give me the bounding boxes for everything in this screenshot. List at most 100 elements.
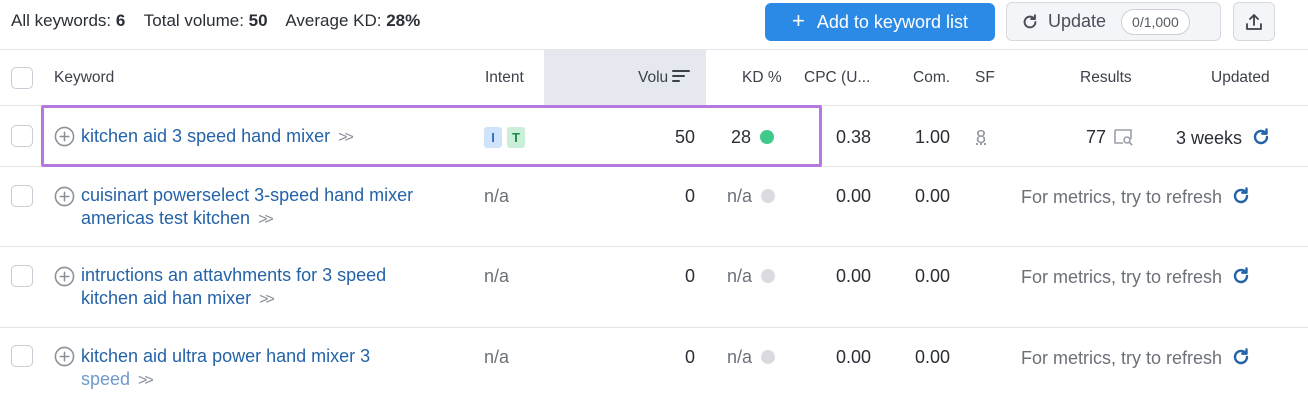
- keyword-text: kitchen aid 3 speed hand mixer: [81, 126, 331, 146]
- refresh-icon[interactable]: [1231, 186, 1251, 206]
- cpc-value: 0.00: [836, 347, 872, 367]
- competition-value: 0.00: [915, 347, 951, 367]
- keyword-text-line2: americas test kitchen: [81, 208, 251, 228]
- select-all-checkbox[interactable]: [11, 67, 33, 89]
- double-chevron-icon[interactable]: >>: [258, 211, 274, 228]
- average-kd-value: 28%: [386, 11, 421, 30]
- kd-cell: n/a: [727, 347, 776, 368]
- refresh-icon[interactable]: [1231, 266, 1251, 286]
- plus-icon: +: [792, 8, 805, 33]
- column-intent[interactable]: Intent: [485, 69, 524, 87]
- export-button[interactable]: [1233, 2, 1275, 41]
- table-row: kitchen aid ultra power hand mixer 3 spe…: [0, 328, 1308, 408]
- intent-value: n/a: [484, 186, 510, 206]
- intent-badges: IT: [484, 127, 530, 148]
- refresh-prompt-text: For metrics, try to refresh: [1021, 267, 1223, 287]
- average-kd-label: Average KD:: [285, 11, 382, 30]
- add-to-keyword-list-button[interactable]: + Add to keyword list: [765, 3, 995, 41]
- plus-circle-icon[interactable]: [54, 186, 75, 207]
- kd-value: n/a: [727, 186, 753, 206]
- column-sf[interactable]: SF: [975, 69, 995, 87]
- total-volume-label: Total volume:: [143, 11, 244, 30]
- kd-difficulty-dot: [761, 189, 776, 203]
- kd-value: n/a: [727, 266, 753, 286]
- refresh-icon[interactable]: [1251, 127, 1271, 147]
- column-kd[interactable]: KD %: [742, 69, 782, 87]
- refresh-prompt-text: For metrics, try to refresh: [1021, 187, 1223, 207]
- column-volume-label: Volu: [638, 69, 669, 86]
- plus-circle-icon[interactable]: [54, 266, 75, 287]
- upload-icon: [1246, 13, 1262, 30]
- cpc-value: 0.00: [836, 266, 872, 286]
- keyword-text-line1: cuisinart powerselect 3-speed hand mixer: [81, 185, 414, 205]
- plus-circle-icon[interactable]: [54, 126, 75, 147]
- refresh-icon: [1023, 13, 1037, 28]
- table-row: kitchen aid 3 speed hand mixer >> IT 50 2…: [0, 106, 1308, 167]
- row-checkbox[interactable]: [11, 185, 33, 207]
- row-checkbox[interactable]: [11, 265, 33, 287]
- kd-difficulty-dot: [760, 130, 775, 144]
- cpc-value: 0.38: [836, 127, 872, 147]
- intent-value: n/a: [484, 266, 510, 286]
- keyword-link[interactable]: cuisinart powerselect 3-speed hand mixer…: [81, 184, 413, 231]
- column-volume[interactable]: Volu: [638, 69, 691, 87]
- kd-value: 28: [731, 127, 752, 147]
- keyword-text-line1: kitchen aid ultra power hand mixer 3: [81, 346, 371, 366]
- table-row: intructions an attavhments for 3 speed k…: [0, 247, 1308, 328]
- total-volume-value: 50: [248, 11, 268, 30]
- kd-cell: 28: [731, 127, 775, 148]
- kd-cell: n/a: [727, 266, 776, 287]
- competition-value: 1.00: [915, 127, 951, 147]
- updated-value: 3 weeks: [1176, 128, 1243, 148]
- double-chevron-icon[interactable]: >>: [259, 291, 275, 308]
- row-checkbox[interactable]: [11, 345, 33, 367]
- all-keywords-label: All keywords:: [11, 11, 112, 30]
- kd-difficulty-dot: [761, 269, 776, 283]
- table-row: cuisinart powerselect 3-speed hand mixer…: [0, 167, 1308, 247]
- plus-circle-icon[interactable]: [54, 346, 75, 367]
- add-to-keyword-list-label: Add to keyword list: [816, 11, 968, 32]
- updated-cell: 3 weeks: [1176, 127, 1271, 149]
- sort-icon: [672, 70, 691, 82]
- intent-value: n/a: [484, 347, 510, 367]
- results-cell: 77: [1086, 127, 1135, 148]
- refresh-prompt: For metrics, try to refresh: [1021, 266, 1251, 288]
- keyword-link[interactable]: intructions an attavhments for 3 speed k…: [81, 264, 386, 311]
- refresh-prompt-text: For metrics, try to refresh: [1021, 348, 1223, 368]
- column-cpc[interactable]: CPC (U...: [804, 69, 870, 87]
- keyword-text-line2: kitchen aid han mixer: [81, 288, 252, 308]
- column-updated[interactable]: Updated: [1211, 69, 1270, 87]
- competition-value: 0.00: [915, 266, 951, 286]
- row-checkbox[interactable]: [11, 125, 33, 147]
- cpc-value: 0.00: [836, 186, 872, 206]
- serp-features-count[interactable]: 8: [976, 127, 986, 148]
- volume-value: 0: [684, 186, 695, 206]
- summary-bar: All keywords: 6 Total volume: 50 Average…: [0, 0, 1308, 50]
- update-label: Update: [1048, 11, 1107, 31]
- keyword-text-line2: speed: [81, 369, 131, 389]
- column-results[interactable]: Results: [1080, 69, 1132, 87]
- double-chevron-icon[interactable]: >>: [138, 372, 154, 389]
- intent-badge-transactional: T: [507, 127, 525, 148]
- column-com[interactable]: Com.: [913, 69, 950, 87]
- keyword-link[interactable]: kitchen aid 3 speed hand mixer >>: [81, 125, 354, 149]
- keyword-text-line1: intructions an attavhments for 3 speed: [81, 265, 387, 285]
- all-keywords-value: 6: [115, 11, 126, 30]
- serp-preview-icon[interactable]: [1113, 128, 1135, 146]
- refresh-prompt: For metrics, try to refresh: [1021, 347, 1251, 369]
- table-header: Keyword Intent Volu KD % CPC (U... Com. …: [0, 50, 1308, 106]
- update-button[interactable]: Update 0/1,000: [1006, 2, 1221, 41]
- refresh-icon[interactable]: [1231, 347, 1251, 367]
- kd-cell: n/a: [727, 186, 776, 207]
- keyword-link[interactable]: kitchen aid ultra power hand mixer 3 spe…: [81, 345, 370, 392]
- column-keyword[interactable]: Keyword: [54, 69, 114, 87]
- intent-badge-informational: I: [484, 127, 502, 148]
- volume-value: 50: [674, 127, 695, 147]
- update-count-badge: 0/1,000: [1121, 8, 1190, 35]
- kd-value: n/a: [727, 347, 753, 367]
- double-chevron-icon[interactable]: >>: [338, 129, 354, 146]
- competition-value: 0.00: [915, 186, 951, 206]
- kd-difficulty-dot: [761, 350, 776, 364]
- results-value: 77: [1086, 127, 1107, 147]
- refresh-prompt: For metrics, try to refresh: [1021, 186, 1251, 208]
